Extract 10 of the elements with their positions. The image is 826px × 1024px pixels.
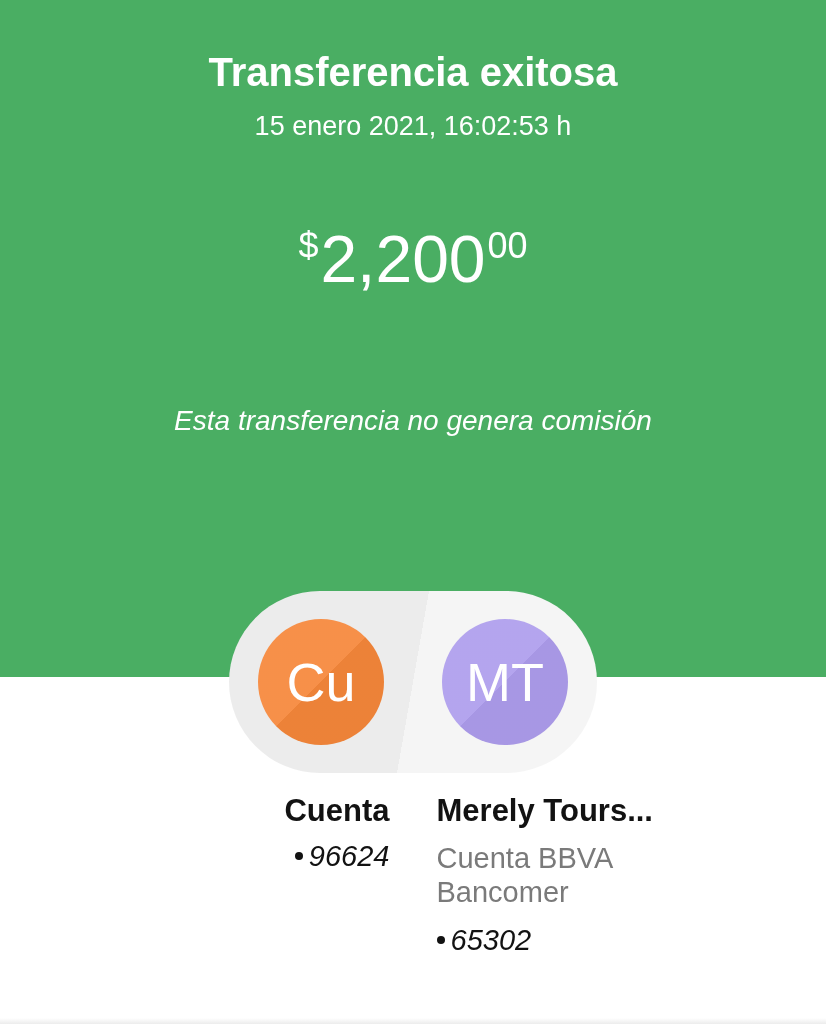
bank-name: Cuenta BBVA Bancomer	[436, 841, 614, 909]
party-name: Cuenta	[284, 792, 390, 830]
avatar: MT	[442, 619, 568, 745]
transfer-date: 15 enero 2021, 16:02:53 h	[254, 110, 572, 142]
account-number: 65302	[436, 923, 532, 957]
account-number: 96624	[294, 839, 390, 873]
screen-title: Transferencia exitosa	[208, 49, 618, 96]
avatar: Cu	[258, 619, 384, 745]
commission-note: Esta transferencia no genera comisión	[174, 404, 652, 438]
party-name: Merely Tours...	[436, 792, 653, 830]
